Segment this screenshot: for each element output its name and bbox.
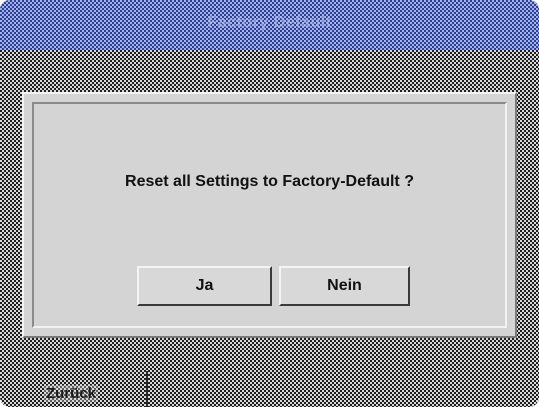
window-title: Factory Default [207,14,332,31]
title-bar: Factory Default [0,0,539,50]
yes-button[interactable]: Ja [137,266,272,306]
back-button[interactable]: Zurück [44,385,99,402]
device-screen: Factory Default Reset all Settings to Fa… [0,0,539,407]
no-button[interactable]: Nein [279,266,410,306]
dialog-message: Reset all Settings to Factory-Default ? [125,173,414,190]
footer-separator [146,371,148,407]
